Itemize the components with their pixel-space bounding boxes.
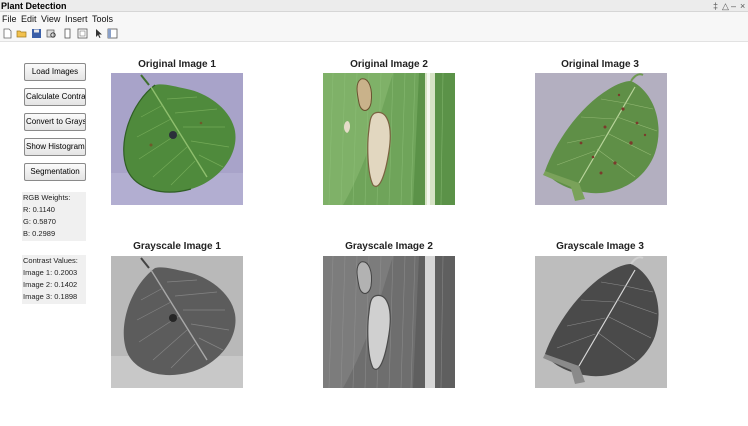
convert-to-grayscale-button[interactable]: Convert to Grayscale [24,113,86,131]
pointer-icon[interactable] [93,28,104,39]
pin-icon[interactable]: ‡ [713,0,718,12]
menu-file[interactable]: File [2,13,17,25]
menu-tools[interactable]: Tools [92,13,113,25]
restore-icon[interactable]: △ [722,0,729,12]
save-icon[interactable] [31,28,42,39]
open-folder-icon[interactable] [16,28,27,39]
grayscale-image-1-title: Grayscale Image 1 [133,241,221,252]
original-image-1-title: Original Image 1 [138,59,216,70]
rgb-weights-title: RGB Weights: [23,193,71,202]
grayscale-image-3-title: Grayscale Image 3 [556,241,644,252]
window-title: Plant Detection [1,1,67,11]
contrast-values-panel: Contrast Values: Image 1: 0.2003 Image 2… [22,255,86,304]
close-icon[interactable]: × [740,0,745,12]
load-images-button[interactable]: Load Images [24,63,86,81]
toolbar [0,26,748,42]
figure-icon[interactable] [77,28,88,39]
rgb-weight-r: R: 0.1140 [23,205,55,214]
contrast-image-2: Image 2: 0.1402 [23,280,78,289]
show-histogram-button[interactable]: Show Histogram [24,138,86,156]
menu-edit[interactable]: Edit [21,13,37,25]
print-preview-icon[interactable] [46,28,57,39]
grayscale-image-2 [323,256,455,388]
panel-icon[interactable] [107,28,118,39]
copy-icon[interactable] [62,28,73,39]
original-image-3 [535,73,667,205]
grayscale-image-3 [535,256,667,388]
original-image-1 [111,73,243,205]
new-file-icon[interactable] [2,28,13,39]
rgb-weights-panel: RGB Weights: R: 0.1140 G: 0.5870 B: 0.29… [22,192,86,241]
contrast-image-3: Image 3: 0.1898 [23,292,78,301]
original-image-3-title: Original Image 3 [561,59,639,70]
rgb-weight-b: B: 0.2989 [23,229,56,238]
title-bar: Plant Detection ‡ △ – × [0,0,748,12]
contrast-values-title: Contrast Values: [23,256,78,265]
calculate-contrast-button[interactable]: Calculate Contrast [24,88,86,106]
minimize-icon[interactable]: – [731,0,736,12]
grayscale-image-2-title: Grayscale Image 2 [345,241,433,252]
original-image-2-title: Original Image 2 [350,59,428,70]
menu-insert[interactable]: Insert [65,13,88,25]
grayscale-image-1 [111,256,243,388]
contrast-image-1: Image 1: 0.2003 [23,268,78,277]
menu-view[interactable]: View [41,13,60,25]
segmentation-button[interactable]: Segmentation [24,163,86,181]
menu-bar: File Edit View Insert Tools [0,12,748,26]
rgb-weight-g: G: 0.5870 [23,217,56,226]
original-image-2 [323,73,455,205]
